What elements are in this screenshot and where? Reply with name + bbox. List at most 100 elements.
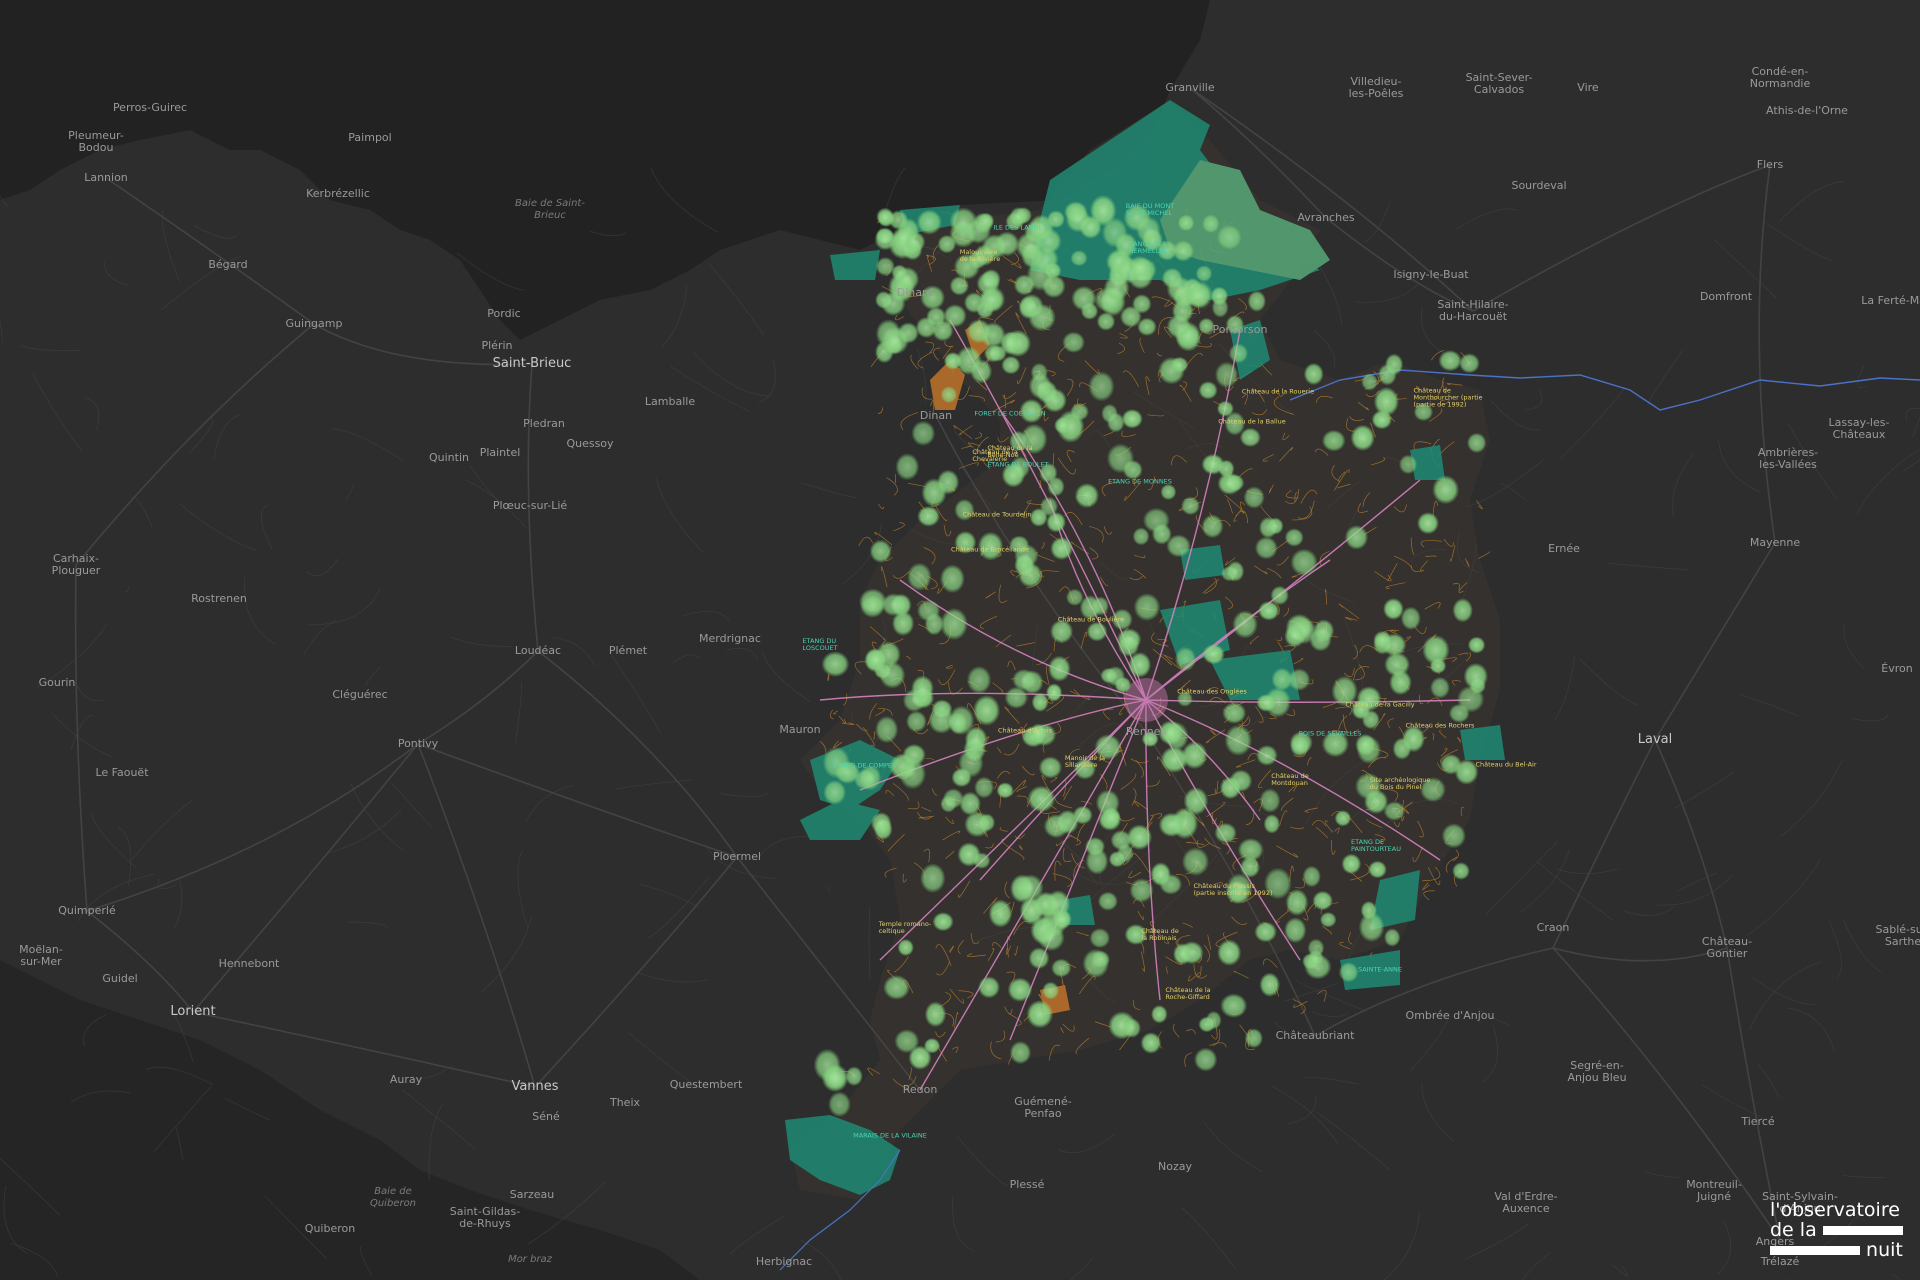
light-dot [1103, 274, 1130, 301]
place-label: Merdrignac [699, 632, 761, 645]
light-dot [1373, 630, 1392, 649]
poi-label: Malouinière de la Rivière [959, 248, 1001, 263]
place-label: Quimperlé [58, 904, 116, 917]
light-dot [1026, 1000, 1054, 1029]
light-dot [1350, 424, 1375, 451]
place-label: Paimpol [348, 131, 392, 144]
light-dot [860, 595, 885, 618]
place-label: Isigny-le-Buat [1393, 268, 1469, 281]
place-label: La Ferté-Macé [1861, 294, 1920, 307]
light-dot [979, 288, 1004, 312]
light-dot [1100, 667, 1118, 684]
place-label: Dinan [919, 409, 953, 422]
place-label: Pontivy [397, 737, 439, 750]
light-dot [1158, 812, 1185, 837]
light-dot [1140, 1032, 1162, 1054]
area-label: ETANG DU LOSCOUET [802, 637, 838, 652]
light-dot [943, 352, 963, 370]
light-dot [1071, 285, 1097, 311]
light-dot [972, 852, 991, 869]
area-label: BANCS DES HERMELLES [1128, 240, 1168, 255]
poi-label: Château de Brocéliande [951, 545, 1029, 554]
place-label: Ploermel [712, 850, 762, 863]
light-dot [828, 1091, 851, 1117]
place-label: Condé-en- Normandie [1749, 65, 1811, 90]
light-dot [1256, 694, 1277, 712]
light-dot [1047, 476, 1065, 497]
light-dot [939, 564, 965, 594]
light-dot [1270, 585, 1289, 606]
light-dot [870, 812, 892, 835]
place-label: Évron [1881, 662, 1913, 675]
light-dot [1360, 900, 1378, 920]
light-dot [1263, 814, 1281, 834]
light-dot [1211, 297, 1229, 318]
light-dot [1088, 371, 1115, 402]
light-dot [949, 207, 978, 236]
map-canvas[interactable]: Perros-Guirec Pleumeur- Bodou Lannion Paimpo… [0, 0, 1920, 1280]
place-label: Theix [609, 1096, 641, 1109]
place-label: Vannes [511, 1079, 559, 1094]
brand-bar-2 [1770, 1246, 1860, 1255]
light-dot [904, 231, 926, 253]
light-dot [966, 665, 992, 694]
light-dot [964, 726, 988, 753]
light-dot [1202, 644, 1225, 665]
light-dot [1065, 207, 1091, 233]
poi-label: Château de la Ballue [1218, 417, 1286, 426]
light-dot [1015, 232, 1044, 261]
light-dot [940, 386, 958, 404]
poi-label: Château de Tourdelin [962, 510, 1032, 519]
place-label: Segré-en- Anjou Bleu [1567, 1059, 1627, 1084]
light-dot [1133, 593, 1161, 622]
area-label: BOIS DE SEVAILLES [1298, 729, 1362, 738]
area-label: ETANG DE COMPER [833, 761, 897, 770]
light-dot [1432, 475, 1460, 505]
light-dot [1166, 276, 1193, 303]
place-label: Pledran [523, 417, 565, 430]
light-dot [891, 264, 908, 281]
place-label: Lannion [84, 171, 128, 184]
light-dot [1216, 400, 1234, 417]
light-dot [1159, 873, 1183, 895]
light-dot [1018, 562, 1043, 588]
brand-line2: de la [1770, 1219, 1817, 1241]
place-label: Plémet [608, 644, 648, 657]
place-label: Perros-Guirec [112, 101, 188, 114]
light-dot [1287, 668, 1311, 691]
light-dot [1070, 402, 1089, 421]
light-dot [1070, 250, 1088, 267]
place-label: Domfront [1699, 290, 1753, 303]
light-dot [920, 863, 946, 894]
light-dot [1160, 746, 1189, 773]
light-dot [1259, 788, 1281, 813]
light-dot [1467, 636, 1486, 654]
light-dot [1220, 993, 1248, 1018]
place-label: Plœuc-sur-Lié [492, 499, 568, 512]
light-dot [1267, 517, 1284, 535]
place-label: Plérin [481, 339, 513, 352]
place-label: Moëlan-sur-Mer [19, 943, 63, 968]
place-label: Dinard [896, 286, 934, 299]
area-label: ETANG DE MONNES [1108, 477, 1172, 486]
area-label: SAINTE-ANNE [1357, 965, 1403, 974]
light-dot [1126, 824, 1153, 850]
light-dot [1089, 194, 1117, 227]
place-label: Quessoy [566, 437, 614, 450]
water-label: Mor braz [508, 1254, 552, 1265]
place-label: Flers [1756, 158, 1784, 171]
light-dot [1312, 890, 1333, 911]
light-dot [1338, 962, 1359, 983]
place-label: Sablé-sur-Sarthe [1875, 923, 1920, 948]
light-dot [1398, 454, 1418, 475]
light-dot [1377, 363, 1397, 386]
light-dot [1205, 1010, 1222, 1030]
light-dot [940, 795, 957, 813]
light-dot [1341, 853, 1362, 875]
water-label: Baie de Saint- Brieuc [515, 198, 585, 221]
light-dot [1028, 947, 1050, 970]
light-dot [1170, 356, 1189, 373]
light-dot [883, 974, 911, 1000]
place-label: Villedieu-les-Poêles [1348, 75, 1404, 100]
light-dot [1458, 353, 1480, 374]
